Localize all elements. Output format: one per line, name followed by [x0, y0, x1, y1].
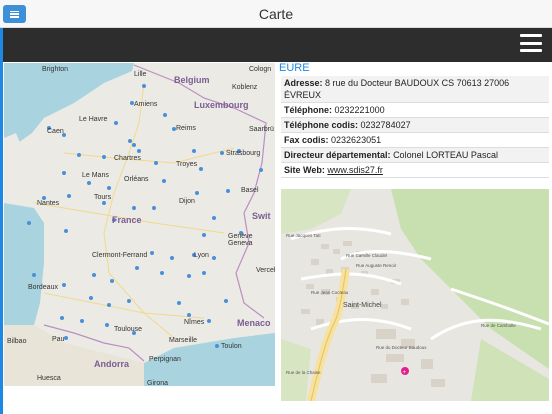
svg-text:Girona: Girona [147, 380, 168, 386]
svg-text:Belgium: Belgium [174, 75, 210, 85]
svg-text:Nîmes: Nîmes [184, 319, 205, 326]
svg-text:Koblenz: Koblenz [232, 84, 258, 91]
svg-text:Geneva: Geneva [228, 240, 253, 247]
info-row-address: Adresse: 8 rue du Docteur BAUDOUX CS 706… [281, 76, 549, 103]
svg-text:Rue de Cambolle: Rue de Cambolle [481, 323, 516, 328]
info-row-director: Directeur départemental: Colonel LORTEAU… [281, 147, 549, 163]
hamburger-icon[interactable] [520, 34, 542, 52]
page-title: Carte [258, 6, 294, 22]
svg-text:Rue Camille Claudel: Rue Camille Claudel [346, 253, 387, 258]
left-accent-bar [0, 28, 3, 414]
svg-text:Bordeaux: Bordeaux [28, 284, 58, 291]
svg-text:Basel: Basel [241, 187, 259, 194]
phone-codis-value: 0232784027 [360, 120, 411, 130]
svg-text:Swit: Swit [252, 211, 271, 221]
phone-label: Téléphone: [284, 105, 333, 115]
director-label: Directeur départemental: [284, 150, 391, 160]
fax-value: 0232623051 [331, 135, 382, 145]
svg-text:Caen: Caen [47, 128, 64, 135]
svg-text:Andorra: Andorra [94, 359, 130, 369]
svg-text:Nantes: Nantes [37, 200, 60, 207]
svg-text:Menaco: Menaco [237, 318, 271, 328]
svg-text:Tours: Tours [94, 194, 112, 201]
address-label: Adresse: [284, 78, 323, 88]
svg-text:+: + [403, 370, 407, 376]
france-map[interactable]: Brighton Lille Cologn Koblenz Amiens Le … [4, 63, 275, 386]
svg-text:Rue du Docteur Baudoux: Rue du Docteur Baudoux [376, 345, 427, 350]
svg-text:Lille: Lille [134, 71, 147, 78]
svg-text:Saarbrü: Saarbrü [249, 126, 274, 133]
svg-text:Rue Jean Cocteau: Rue Jean Cocteau [311, 290, 349, 295]
departement-name: EURE [279, 62, 310, 74]
top-bar: Carte [0, 0, 552, 28]
svg-text:Brighton: Brighton [42, 66, 68, 73]
svg-text:Le Havre: Le Havre [79, 116, 108, 123]
svg-text:Vercel: Vercel [256, 267, 275, 274]
phone-codis-label: Téléphone codis: [284, 120, 359, 130]
phone-value: 0232221000 [334, 105, 385, 115]
info-row-fax: Fax codis: 0232623051 [281, 132, 549, 148]
departement-info-table: Adresse: 8 rue du Docteur BAUDOUX CS 706… [281, 76, 549, 178]
svg-text:Marseille: Marseille [169, 337, 197, 344]
nav-bar [0, 28, 552, 62]
svg-text:Rue Jacques Tati: Rue Jacques Tati [286, 233, 320, 238]
svg-text:Perpignan: Perpignan [149, 356, 181, 363]
fax-label: Fax codis: [284, 135, 329, 145]
svg-text:Amiens: Amiens [134, 101, 158, 108]
svg-text:Troyes: Troyes [176, 161, 198, 168]
website-label: Site Web: [284, 165, 325, 175]
svg-text:Strasbourg: Strasbourg [226, 150, 260, 157]
svg-text:Dijon: Dijon [179, 198, 195, 205]
info-row-phone: Téléphone: 0232221000 [281, 102, 549, 118]
info-row-website: Site Web: www.sdis27.fr [281, 162, 549, 178]
svg-text:Cologn: Cologn [249, 66, 271, 73]
svg-text:Toulouse: Toulouse [114, 326, 142, 333]
director-value: Colonel LORTEAU Pascal [393, 150, 498, 160]
svg-text:Rue de la Chaise: Rue de la Chaise [286, 370, 321, 375]
svg-text:Le Mans: Le Mans [82, 172, 109, 179]
svg-text:Genève: Genève [228, 233, 253, 240]
svg-text:Lyon: Lyon [194, 252, 209, 259]
svg-text:Chartres: Chartres [114, 155, 141, 162]
svg-text:France: France [112, 215, 142, 225]
svg-text:Reims: Reims [176, 125, 196, 132]
app-window: Carte Brighton Lille Cologn Koblenz Amie… [0, 0, 552, 414]
svg-text:Pau: Pau [52, 336, 65, 343]
svg-text:Bilbao: Bilbao [7, 338, 27, 345]
fire-station-markers[interactable] [27, 84, 263, 348]
local-street-map[interactable]: + Rue Jacques Tati Rue Camille Claudel R… [281, 189, 549, 401]
info-row-phone-codis: Téléphone codis: 0232784027 [281, 117, 549, 133]
website-link[interactable]: www.sdis27.fr [327, 165, 383, 175]
svg-text:Rue Auguste Renoir: Rue Auguste Renoir [356, 263, 397, 268]
svg-text:Saint-Michel: Saint-Michel [343, 302, 382, 309]
svg-text:Clermont-Ferrand: Clermont-Ferrand [92, 252, 147, 259]
svg-text:Huesca: Huesca [37, 375, 61, 382]
svg-text:Toulon: Toulon [221, 343, 242, 350]
svg-text:Luxembourg: Luxembourg [194, 100, 249, 110]
svg-text:Orléans: Orléans [124, 176, 149, 183]
